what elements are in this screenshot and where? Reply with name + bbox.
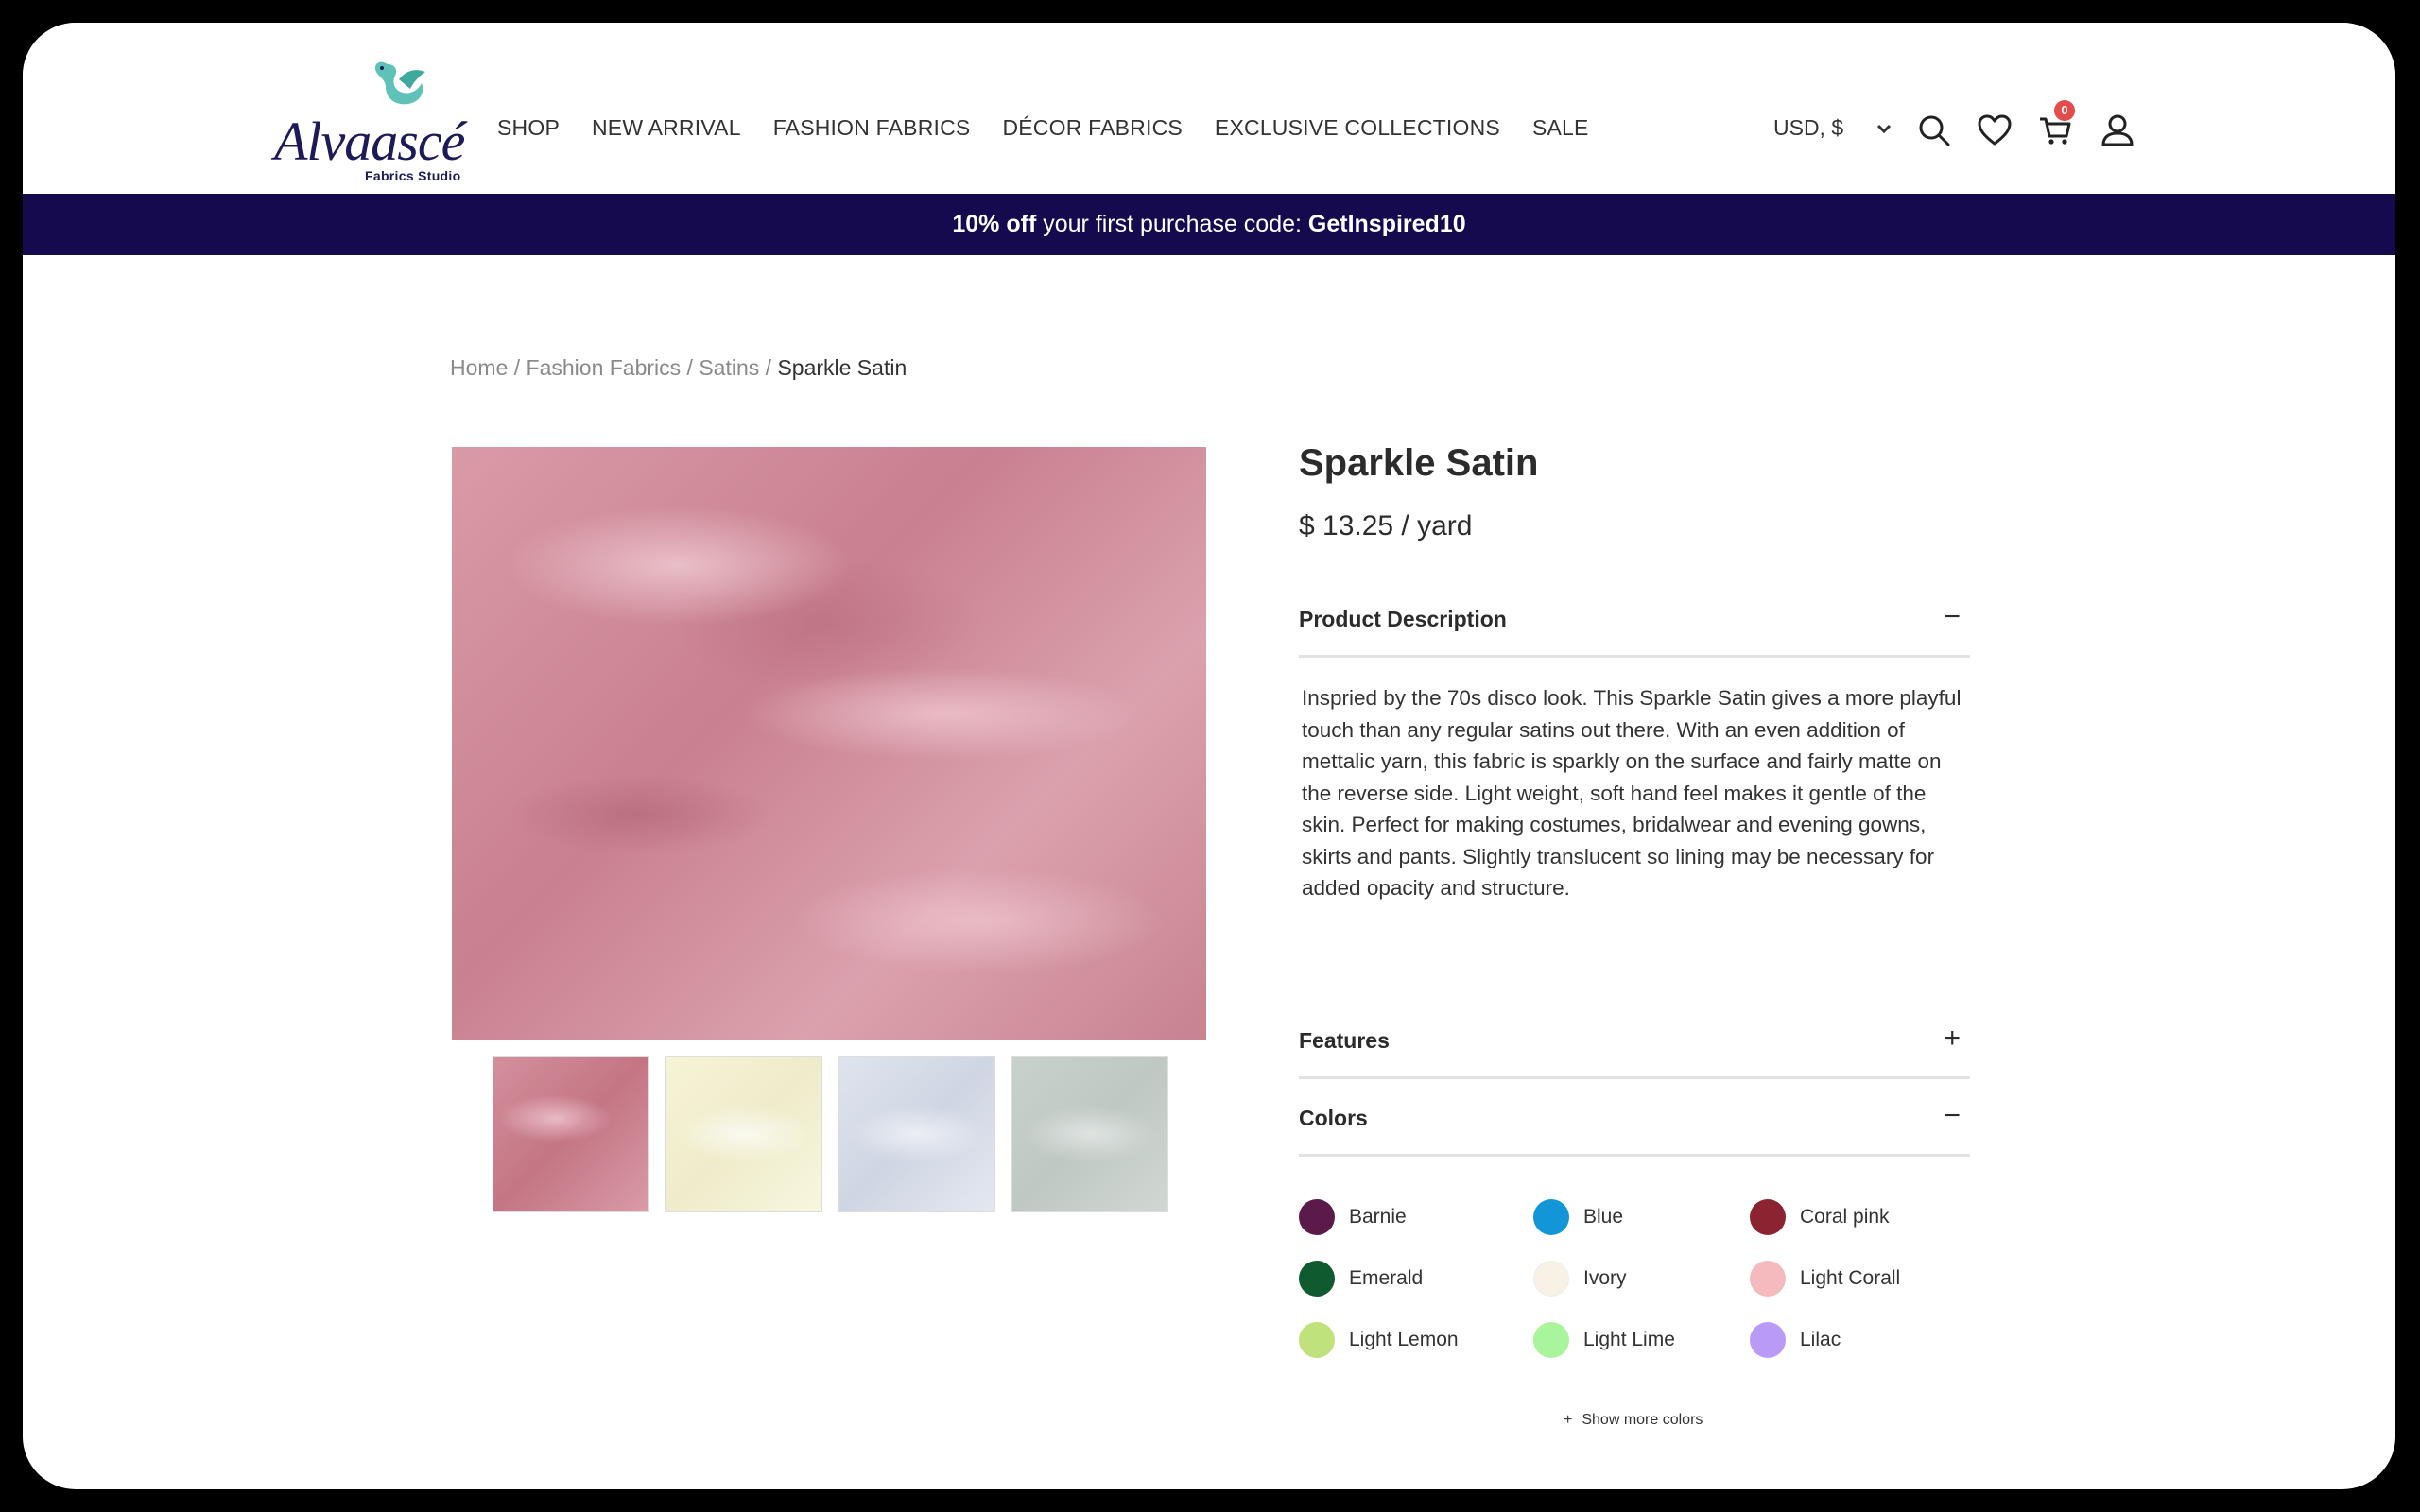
product-main-image[interactable] [452,447,1206,1040]
nav-exclusive-collections[interactable]: EXCLUSIVE COLLECTIONS [1215,115,1500,141]
minus-icon[interactable]: − [1944,1102,1961,1130]
breadcrumb-current: Sparkle Satin [777,355,908,380]
swan-icon [374,61,425,105]
promo-discount: 10% off [952,211,1037,237]
search-icon[interactable] [1915,112,1953,149]
brand-logo[interactable]: Alvaascé Fabrics Studio [274,57,473,183]
color-name: Ivory [1583,1267,1627,1289]
color-swatch[interactable] [1750,1322,1786,1358]
promo-banner: 10% off your first purchase code: GetIns… [23,194,2395,255]
plus-icon: + [1564,1412,1573,1428]
thumbnail-pink[interactable] [493,1056,649,1212]
nav-sale[interactable]: SALE [1532,115,1589,141]
color-name: Light Lime [1583,1329,1675,1350]
color-swatch[interactable] [1750,1261,1786,1297]
color-swatch[interactable] [1299,1261,1335,1297]
color-name: Light Corall [1800,1267,1901,1289]
product-description-text: Inspried by the 70s disco look. This Spa… [1302,686,1962,900]
breadcrumb-fashion-fabrics[interactable]: Fashion Fabrics [527,355,682,380]
brand-wordmark: Alvaascé [274,111,465,172]
currency-value: USD, $ [1773,115,1844,140]
plus-icon[interactable]: + [1944,1024,1961,1053]
product-price: $ 13.25 / yard [1299,510,1473,541]
color-option[interactable]: Coral pink [1750,1199,1970,1235]
breadcrumb-satins[interactable]: Satins [699,355,759,380]
accordion-label: Colors [1299,1106,1368,1130]
accordion-colors[interactable]: Colors − [1299,1081,1970,1157]
nav-new-arrival[interactable]: NEW ARRIVAL [592,115,741,141]
accordion-product-description[interactable]: Product Description − [1299,582,1970,658]
chevron-down-icon [1877,124,1892,133]
color-swatch[interactable] [1533,1322,1569,1358]
nav-shop[interactable]: SHOP [497,115,560,141]
thumbnail-blue[interactable] [838,1056,995,1212]
breadcrumb: Home / Fashion Fabrics / Satins / Sparkl… [450,355,908,380]
color-name: Light Lemon [1349,1329,1459,1350]
color-option[interactable]: Barnie [1299,1199,1533,1235]
thumbnail-sage[interactable] [1011,1056,1168,1212]
color-name: Barnie [1349,1206,1407,1228]
color-swatch[interactable] [1299,1322,1335,1358]
show-more-colors-button[interactable]: + Show more colors [1564,1412,1703,1429]
color-swatch[interactable] [1533,1261,1569,1297]
brand-tagline: Fabrics Studio [365,168,461,183]
main-nav: SHOP NEW ARRIVAL FASHION FABRICS DÉCOR F… [497,115,1589,141]
heart-icon[interactable] [1976,112,2014,149]
accordion-label: Product Description [1299,607,1507,631]
color-option[interactable]: Light Corall [1750,1261,1970,1297]
minus-icon[interactable]: − [1944,603,1961,631]
accordion-features[interactable]: Features + [1299,1004,1970,1079]
currency-selector[interactable]: USD, $ [1773,115,1893,141]
color-swatch[interactable] [1750,1199,1786,1235]
color-swatch-grid: Barnie Blue Coral pink Emerald Ivory Light Co… [1299,1199,1970,1358]
promo-text: your first purchase code: [1036,211,1308,237]
color-option[interactable]: Ivory [1533,1261,1750,1297]
user-icon[interactable] [2099,112,2136,149]
breadcrumb-home[interactable]: Home [450,355,508,380]
color-swatch[interactable] [1533,1199,1569,1235]
color-option[interactable]: Emerald [1299,1261,1533,1297]
color-option[interactable]: Lilac [1750,1322,1970,1358]
nav-decor-fabrics[interactable]: DÉCOR FABRICS [1002,115,1182,141]
color-option[interactable]: Blue [1533,1199,1750,1235]
promo-code: GetInspired10 [1307,211,1466,237]
color-option[interactable]: Light Lemon [1299,1322,1533,1358]
product-thumbnails [493,1056,1168,1212]
color-option[interactable]: Light Lime [1533,1322,1750,1358]
color-name: Blue [1583,1206,1624,1228]
thumbnail-ivory[interactable] [666,1056,822,1212]
color-name: Lilac [1800,1329,1841,1350]
cart-count-badge: 0 [2054,100,2075,121]
site-header: Alvaascé Fabrics Studio SHOP NEW ARRIVAL… [23,23,2395,194]
product-title: Sparkle Satin [1299,442,1539,484]
accordion-label: Features [1299,1028,1390,1053]
color-name: Coral pink [1800,1206,1890,1228]
show-more-label: Show more colors [1582,1412,1703,1428]
color-name: Emerald [1349,1267,1424,1289]
browser-viewport: Alvaascé Fabrics Studio SHOP NEW ARRIVAL… [23,23,2395,1489]
color-swatch[interactable] [1299,1199,1335,1235]
nav-fashion-fabrics[interactable]: FASHION FABRICS [773,115,971,141]
